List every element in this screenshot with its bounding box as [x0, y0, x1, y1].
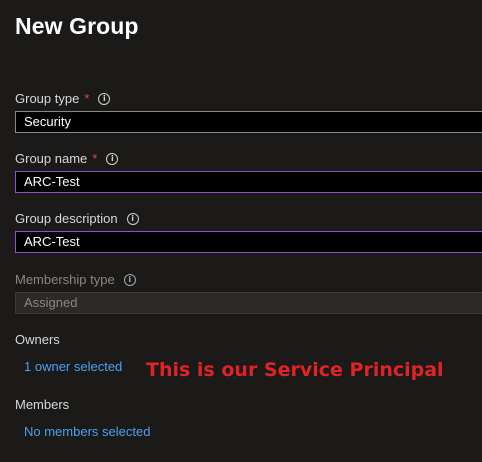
group-name-input[interactable]: ARC-Test [15, 171, 482, 193]
group-description-input[interactable]: ARC-Test [15, 231, 482, 253]
members-link[interactable]: No members selected [24, 424, 150, 439]
membership-type-label-row: Membership type i [15, 272, 136, 287]
annotation-text: This is our Service Principal [146, 359, 444, 381]
group-type-label-row: Group type * i [15, 91, 111, 106]
owners-label: Owners [15, 332, 60, 347]
new-group-panel: New Group Group type * i Security Group … [0, 0, 482, 462]
owners-link[interactable]: 1 owner selected [24, 359, 122, 374]
group-description-label-row: Group description i [15, 211, 139, 226]
group-type-label: Group type [15, 91, 80, 106]
group-name-label: Group name [15, 151, 88, 166]
membership-type-label: Membership type [15, 272, 115, 287]
required-marker: * [84, 91, 90, 106]
group-description-label: Group description [15, 211, 118, 226]
page-title: New Group [15, 13, 139, 39]
group-type-select[interactable]: Security [15, 111, 482, 133]
info-icon[interactable]: i [123, 273, 136, 286]
group-name-label-row: Group name * i [15, 151, 119, 166]
required-marker: * [92, 151, 98, 166]
info-icon[interactable]: i [106, 152, 119, 165]
info-icon[interactable]: i [126, 212, 139, 225]
membership-type-select: Assigned [15, 292, 482, 314]
members-label: Members [15, 397, 70, 412]
info-icon[interactable]: i [98, 92, 111, 105]
